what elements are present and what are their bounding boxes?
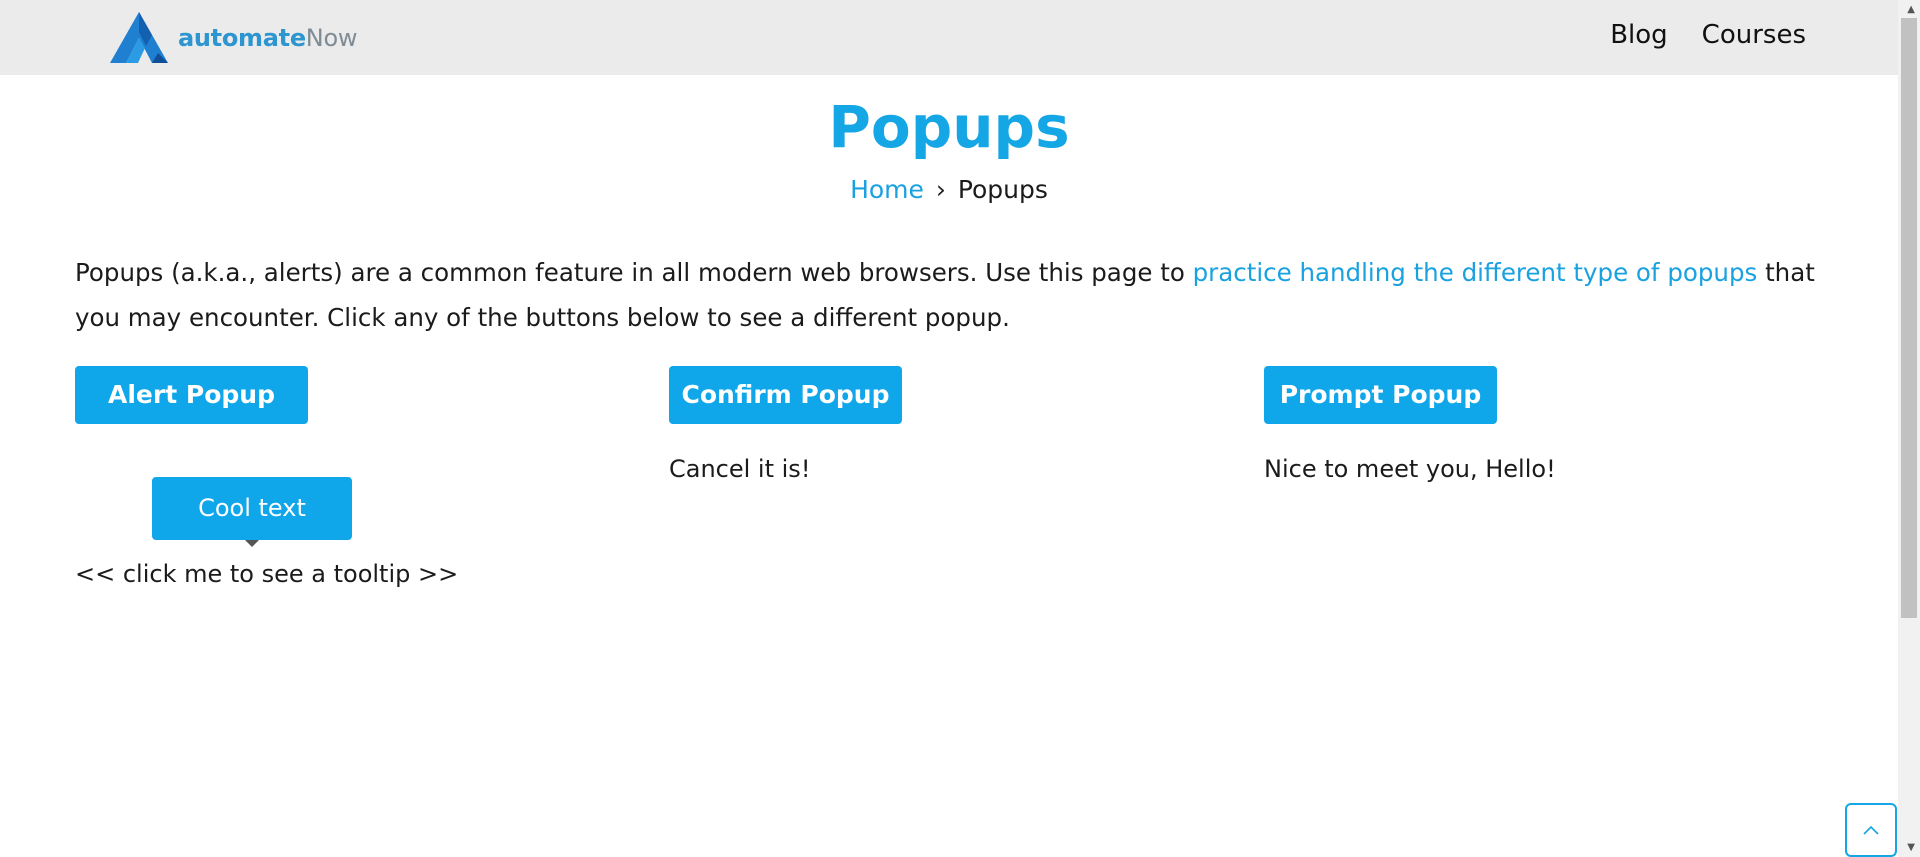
breadcrumb-separator: › <box>935 175 946 204</box>
scroll-up-icon[interactable]: ▲ <box>1907 4 1915 15</box>
logo-text-bold: automate <box>178 23 306 52</box>
breadcrumb-home-link[interactable]: Home <box>850 175 924 204</box>
page-title: Popups <box>828 93 1070 161</box>
intro-link[interactable]: practice handling the different type of … <box>1193 258 1758 287</box>
nav-courses-link[interactable]: Courses <box>1702 20 1806 50</box>
tooltip-trigger[interactable]: << click me to see a tooltip >> <box>75 556 458 592</box>
alert-popup-button[interactable]: Alert Popup <box>75 366 308 424</box>
page: automateNow Blog Courses Popups Home › P… <box>0 0 1920 857</box>
site-header: automateNow Blog Courses <box>0 0 1898 75</box>
tooltip: Cool text <box>152 477 352 540</box>
confirm-result-text: Cancel it is! <box>669 455 811 483</box>
site-logo[interactable]: automateNow <box>108 10 357 65</box>
logo-text-normal: Now <box>305 23 358 52</box>
prompt-popup-button[interactable]: Prompt Popup <box>1264 366 1497 424</box>
vertical-scrollbar[interactable]: ▲ ▼ <box>1898 0 1920 857</box>
scroll-down-icon[interactable]: ▼ <box>1907 842 1915 853</box>
breadcrumb-current: Popups <box>957 175 1048 204</box>
confirm-popup-button[interactable]: Confirm Popup <box>669 366 902 424</box>
intro-text-before: Popups (a.k.a., alerts) are a common fea… <box>75 258 1193 287</box>
nav-blog-link[interactable]: Blog <box>1610 20 1667 50</box>
back-to-top-icon <box>1863 825 1879 835</box>
logo-text: automateNow <box>178 24 357 52</box>
breadcrumb: Home › Popups <box>0 172 1898 208</box>
intro-paragraph: Popups (a.k.a., alerts) are a common fea… <box>75 250 1825 340</box>
main-nav: Blog Courses <box>1610 0 1806 70</box>
back-to-top-button[interactable] <box>1845 803 1897 857</box>
scrollbar-thumb[interactable] <box>1901 18 1917 618</box>
logo-icon <box>110 12 168 63</box>
prompt-result-text: Nice to meet you, Hello! <box>1264 455 1556 483</box>
tooltip-arrow <box>245 540 259 547</box>
